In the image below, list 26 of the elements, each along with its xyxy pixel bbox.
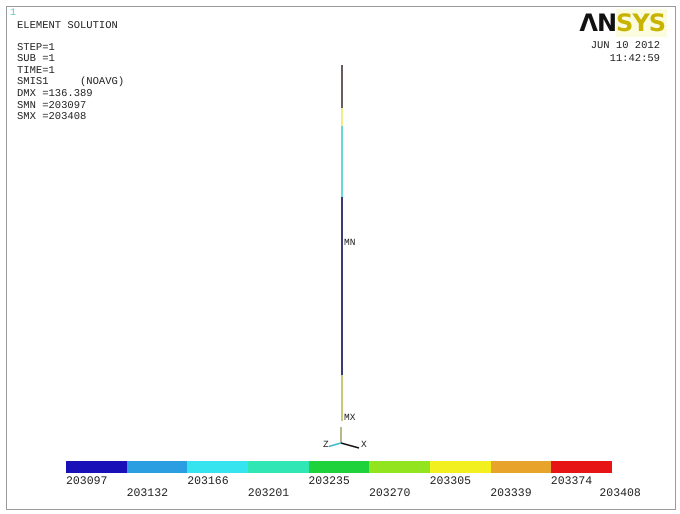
result-info: SMIS1 (NOAVG) — [17, 77, 124, 89]
legend-value: 203374 — [550, 475, 592, 488]
window-number: 1 — [10, 8, 16, 19]
min-label: MN — [344, 237, 356, 248]
result-info: DMX =136.389 — [17, 88, 94, 101]
legend-value: 203305 — [430, 475, 472, 488]
legend-value: 203408 — [599, 487, 641, 500]
legend-value: 203235 — [308, 475, 350, 488]
result-title: ELEMENT SOLUTION — [17, 21, 119, 33]
result-info: TIME=1 — [17, 66, 56, 77]
axis-label: Z — [323, 439, 329, 450]
date-text: JUN 10 2012 — [590, 40, 660, 53]
result-info: SMX =203408 — [17, 112, 88, 124]
legend-value: 203201 — [248, 487, 290, 500]
legend-value: 203166 — [187, 475, 229, 488]
result-info: SMN =203097 — [17, 100, 88, 112]
legend-value: 203270 — [369, 487, 410, 500]
axis-label: X — [361, 439, 367, 450]
max-label: MX — [344, 412, 356, 423]
legend-value: 203339 — [490, 487, 532, 500]
legend-value: 203132 — [126, 487, 168, 500]
logo: ΛNSYS — [579, 9, 667, 37]
result-info: STEP=1 — [17, 42, 56, 54]
time-text: 11:42:59 — [610, 53, 660, 66]
legend-value: 203097 — [66, 475, 108, 488]
result-info: SUB =1 — [17, 54, 56, 66]
